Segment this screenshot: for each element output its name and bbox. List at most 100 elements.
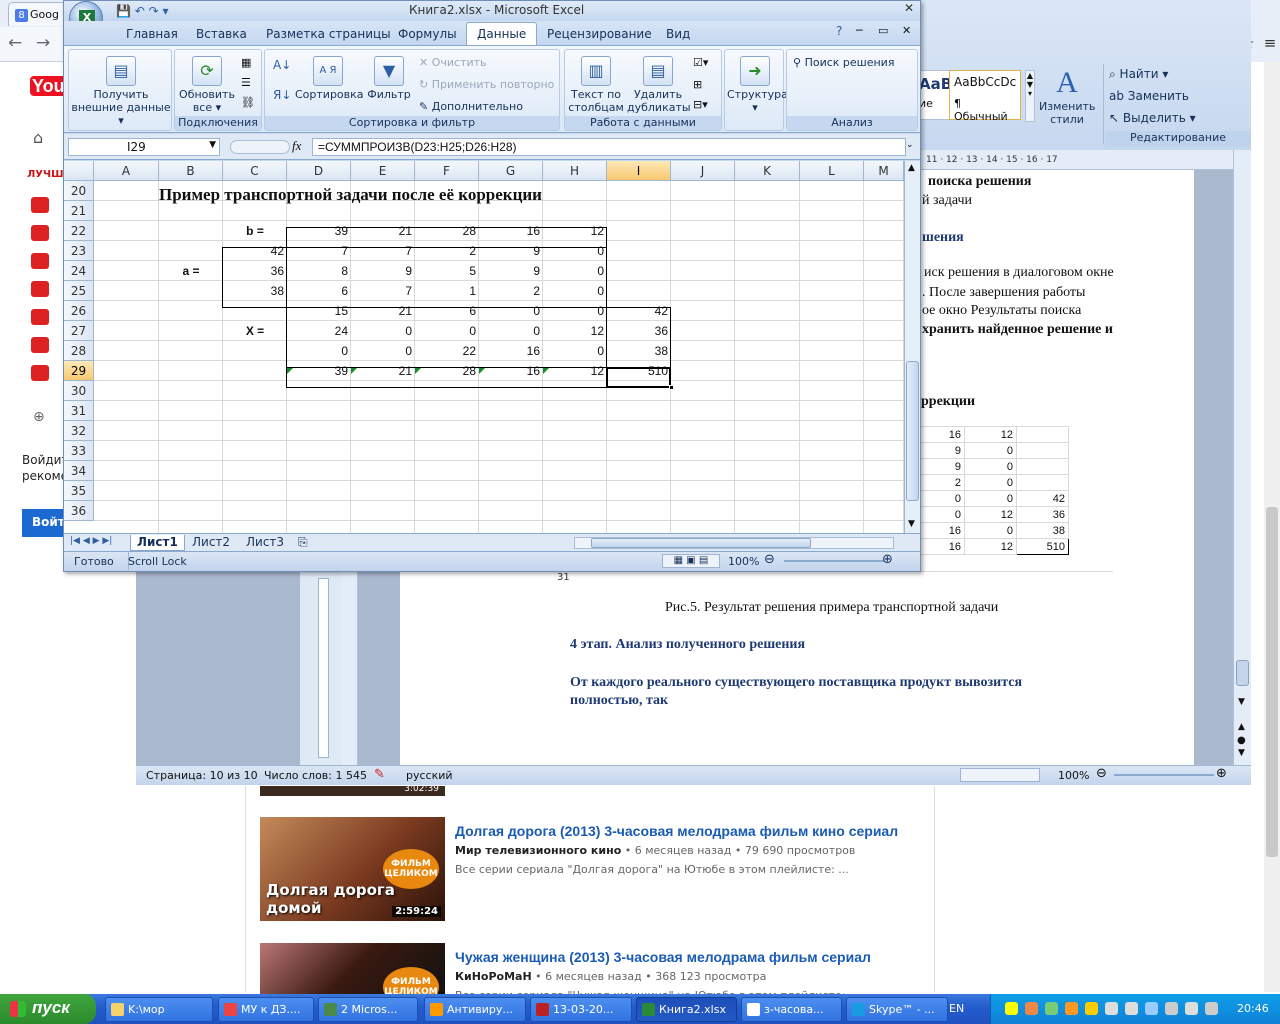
cell-x[interactable]: 22 bbox=[415, 341, 479, 361]
view-buttons[interactable] bbox=[960, 768, 1040, 782]
menu-icon[interactable]: ≡ bbox=[1260, 34, 1280, 52]
clock[interactable]: 20:46 bbox=[1237, 1002, 1269, 1015]
video-title[interactable]: Долгая дорога (2013) 3-часовая мелодрама… bbox=[455, 823, 898, 839]
cell-cost[interactable]: 0 bbox=[543, 241, 607, 261]
column-header[interactable]: F bbox=[415, 161, 479, 181]
zoom-out-icon[interactable]: ⊖ bbox=[764, 552, 775, 567]
prev-page-icon[interactable]: ▲ bbox=[1238, 722, 1245, 732]
back-arrow-icon[interactable]: ← bbox=[8, 33, 30, 55]
label-b[interactable]: b = bbox=[223, 221, 287, 241]
network-icon[interactable] bbox=[1125, 1002, 1138, 1015]
tab-data[interactable]: Данные bbox=[466, 22, 538, 45]
expand-formula-icon[interactable]: ⌄ bbox=[906, 140, 914, 150]
zoom-level[interactable]: 100% bbox=[1058, 769, 1089, 782]
row-header[interactable]: 31 bbox=[64, 401, 94, 421]
quick-access-toolbar[interactable]: 💾 ↶ ↷ ▾ bbox=[116, 4, 169, 18]
tab-home[interactable]: Главная bbox=[116, 25, 188, 43]
row-header[interactable]: 27 bbox=[64, 321, 94, 341]
cell-a[interactable]: 38 bbox=[223, 281, 287, 301]
cell-x[interactable]: 0 bbox=[351, 321, 415, 341]
cell-x[interactable]: 0 bbox=[543, 301, 607, 321]
label-x[interactable]: X = bbox=[223, 321, 287, 341]
cell-x[interactable]: 42 bbox=[607, 301, 671, 321]
tray-icon[interactable] bbox=[1005, 1002, 1018, 1015]
sheet-tab[interactable]: Лист2 bbox=[186, 535, 236, 551]
column-header[interactable]: H bbox=[543, 161, 607, 181]
video-thumbnail[interactable]: ФИЛЬМ ЦЕЛИКОМ Долгая дорога домой 2:59:2… bbox=[260, 817, 445, 921]
tab-review[interactable]: Рецензирование bbox=[537, 25, 662, 43]
get-external-data-button[interactable]: ▤ Получить внешние данные ▾ bbox=[71, 56, 171, 127]
cell-cost[interactable]: 7 bbox=[351, 281, 415, 301]
taskbar-button[interactable]: МУ к ДЗ.... bbox=[218, 997, 314, 1022]
scrollbar-thumb[interactable] bbox=[906, 361, 919, 501]
cell-b[interactable]: 39 bbox=[287, 221, 351, 241]
row-header[interactable]: 34 bbox=[64, 461, 94, 481]
row-header[interactable]: 30 bbox=[64, 381, 94, 401]
cell-sum[interactable]: 16 bbox=[479, 361, 543, 381]
column-header[interactable]: C bbox=[223, 161, 287, 181]
taskbar-button[interactable]: Skype™ - ... bbox=[846, 997, 948, 1022]
cell-x[interactable]: 36 bbox=[607, 321, 671, 341]
column-header[interactable]: M bbox=[864, 161, 904, 181]
scrollbar-thumb[interactable] bbox=[1236, 660, 1249, 686]
cell-cost[interactable]: 0 bbox=[543, 261, 607, 281]
row-header[interactable]: 28 bbox=[64, 341, 94, 361]
scroll-down-icon[interactable]: ▼ bbox=[1238, 697, 1245, 707]
cell-sum[interactable]: 12 bbox=[543, 361, 607, 381]
cell-b[interactable]: 16 bbox=[479, 221, 543, 241]
select-button[interactable]: ↖ Выделить ▾ bbox=[1109, 111, 1196, 125]
cell-cost[interactable]: 9 bbox=[479, 261, 543, 281]
language-indicator[interactable]: EN bbox=[949, 1002, 964, 1015]
column-header[interactable]: K bbox=[735, 161, 800, 181]
tray-icon[interactable] bbox=[1185, 1002, 1198, 1015]
row-header[interactable]: 32 bbox=[64, 421, 94, 441]
taskbar-button[interactable]: Книга2.xlsx bbox=[636, 997, 737, 1022]
column-header[interactable]: L bbox=[800, 161, 864, 181]
what-if-icon[interactable]: ⊟▾ bbox=[693, 98, 708, 111]
taskbar-button[interactable]: Антивиру... bbox=[424, 997, 526, 1022]
sort-button[interactable]: А Я Сортировка bbox=[295, 56, 364, 101]
row-header[interactable]: 36 bbox=[64, 501, 94, 521]
gaming-icon[interactable] bbox=[31, 281, 49, 297]
tray-icon[interactable] bbox=[1025, 1002, 1038, 1015]
cell-cost[interactable]: 9 bbox=[351, 261, 415, 281]
add-channel-icon[interactable]: ⊕ bbox=[33, 409, 45, 425]
solver-button[interactable]: ⚲ Поиск решения bbox=[793, 56, 894, 69]
ribbon-restore-icon[interactable]: ▭ bbox=[878, 24, 888, 37]
cell-cost[interactable]: 9 bbox=[479, 241, 543, 261]
browser-tab[interactable]: 8 Goog bbox=[8, 2, 66, 26]
cell-x[interactable]: 0 bbox=[479, 301, 543, 321]
properties-icon[interactable]: ☰ bbox=[241, 76, 251, 89]
cell-b[interactable]: 12 bbox=[543, 221, 607, 241]
edit-links-icon[interactable]: ⛓ bbox=[241, 96, 255, 109]
cell-x[interactable]: 24 bbox=[287, 321, 351, 341]
channel-name[interactable]: КиНоРоМаН bbox=[455, 970, 532, 983]
cell-sum[interactable]: 510 bbox=[607, 361, 671, 381]
movies-icon[interactable] bbox=[31, 309, 49, 325]
language[interactable]: русский bbox=[406, 769, 453, 782]
cell-x[interactable]: 0 bbox=[415, 321, 479, 341]
replace-button[interactable]: ab Заменить bbox=[1109, 89, 1189, 103]
channel-name[interactable]: Мир телевизионного кино bbox=[455, 844, 621, 857]
scroll-up-icon[interactable]: ▲ bbox=[908, 163, 915, 173]
column-header[interactable]: E bbox=[351, 161, 415, 181]
formula-input[interactable]: =СУММПРОИЗВ(D23:H25;D26:H28) bbox=[312, 138, 906, 156]
text-to-columns-button[interactable]: ▥ Текст по столбцам bbox=[567, 56, 625, 114]
row-header[interactable]: 22 bbox=[64, 221, 94, 241]
cell-x[interactable]: 0 bbox=[287, 341, 351, 361]
page-scrollbar[interactable] bbox=[1264, 62, 1280, 992]
taskbar-button[interactable]: 13-03-20... bbox=[530, 997, 632, 1022]
tray-icon[interactable] bbox=[1085, 1002, 1098, 1015]
column-header[interactable]: D bbox=[287, 161, 351, 181]
column-header[interactable]: G bbox=[479, 161, 543, 181]
start-button[interactable]: пуск bbox=[0, 994, 96, 1024]
row-header[interactable]: 29 bbox=[64, 361, 94, 381]
cell-a[interactable]: 42 bbox=[223, 241, 287, 261]
cell-x[interactable]: 15 bbox=[287, 301, 351, 321]
sort-desc-icon[interactable]: Я↓ bbox=[273, 88, 291, 102]
video-thumbnail[interactable]: ФИЛЬМ ЦЕЛИКОМ bbox=[260, 943, 445, 994]
workbook-close-icon[interactable]: ✕ bbox=[902, 24, 911, 37]
scrollbar-thumb[interactable] bbox=[1266, 507, 1278, 857]
sheet-nav-icons[interactable]: |◀ ◀ ▶ ▶| bbox=[70, 536, 112, 546]
row-header[interactable]: 23 bbox=[64, 241, 94, 261]
